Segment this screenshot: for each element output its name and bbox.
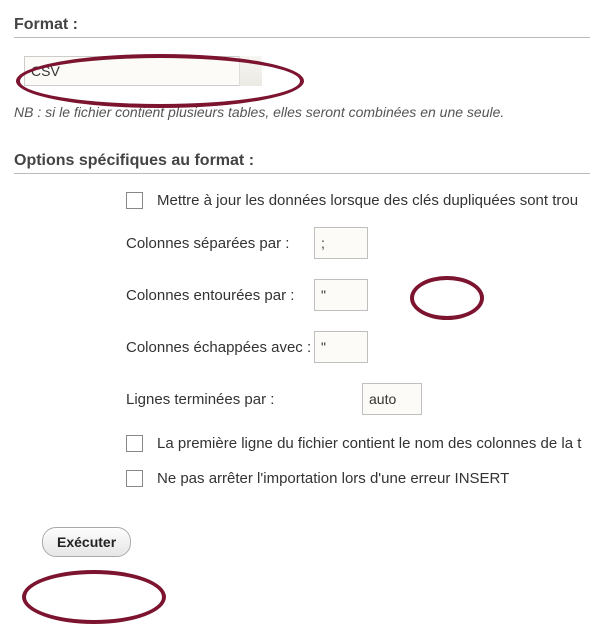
update-duplicates-label: Mettre à jour les données lorsque des cl… (157, 192, 578, 209)
lines-terminated-label: Lignes terminées par : (126, 391, 314, 408)
highlight-ellipse-execute (22, 570, 166, 624)
no-stop-on-error-checkbox[interactable] (126, 470, 143, 487)
columns-separated-label: Colonnes séparées par : (126, 235, 314, 252)
columns-enclosed-label: Colonnes entourées par : (126, 287, 314, 304)
columns-escaped-input[interactable] (314, 331, 368, 363)
lines-terminated-input[interactable] (362, 383, 422, 415)
update-duplicates-checkbox[interactable] (126, 192, 143, 209)
format-section-title: Format : (14, 16, 590, 38)
execute-button[interactable]: Exécuter (42, 527, 131, 557)
columns-escaped-label: Colonnes échappées avec : (126, 339, 314, 356)
columns-enclosed-input[interactable] (314, 279, 368, 311)
format-select[interactable]: CSV (24, 56, 262, 86)
options-section-title: Options spécifiques au format : (14, 152, 590, 174)
columns-separated-input[interactable] (314, 227, 368, 259)
format-select-wrapper[interactable]: CSV (24, 56, 262, 86)
first-line-columns-checkbox[interactable] (126, 435, 143, 452)
format-note: NB : si le fichier contient plusieurs ta… (14, 104, 590, 120)
first-line-columns-label: La première ligne du fichier contient le… (157, 435, 581, 452)
no-stop-on-error-label: Ne pas arrêter l'importation lors d'une … (157, 470, 509, 487)
